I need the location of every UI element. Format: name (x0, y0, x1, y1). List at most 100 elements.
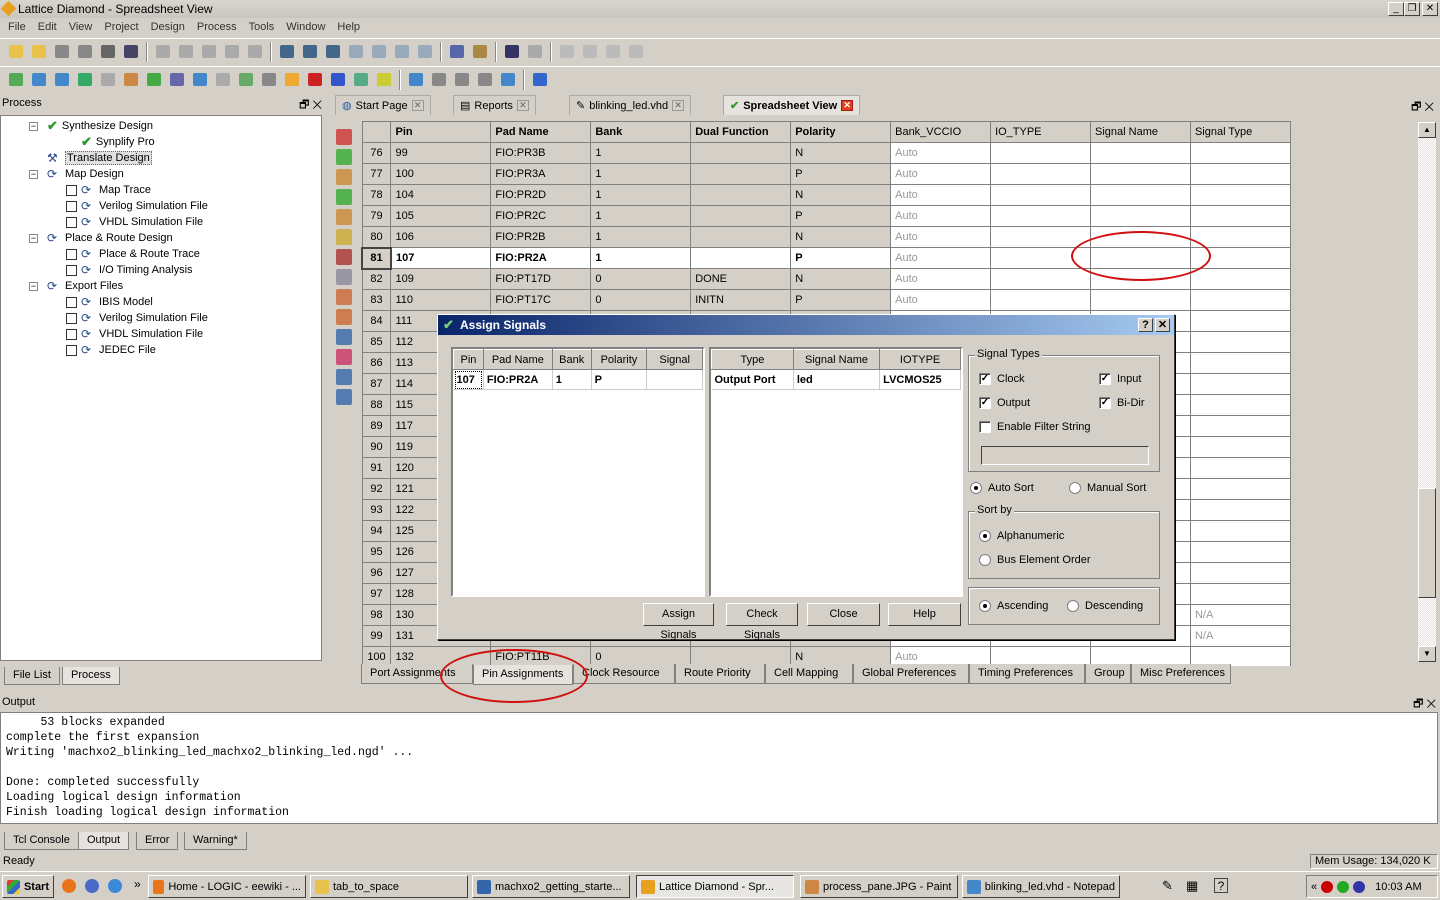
col-pin[interactable]: Pin (453, 349, 484, 370)
process-item[interactable]: ⟳ Verilog Simulation File (66, 198, 208, 214)
process-item[interactable]: ⟳ Place & Route Design (47, 230, 173, 246)
column-header[interactable]: Polarity (790, 121, 892, 143)
taskbar-item[interactable]: tab_to_space (310, 875, 468, 898)
cell[interactable] (1189, 352, 1291, 374)
toolbar-button-19[interactable] (392, 42, 412, 62)
cell[interactable] (1189, 205, 1291, 227)
toolbar-button-16[interactable] (351, 70, 371, 90)
cell[interactable]: 99 (390, 142, 492, 164)
tray-red-icon[interactable] (1321, 880, 1334, 893)
col-polarity[interactable]: Polarity (590, 349, 648, 370)
cell[interactable]: FIO:PR2D (490, 184, 592, 206)
menu-help[interactable]: Help (331, 19, 366, 37)
assign-signals-button[interactable]: Assign Signals (643, 603, 714, 641)
toolbar-button-12[interactable] (245, 42, 265, 62)
cell[interactable]: N (790, 268, 892, 290)
toolbar-button-15[interactable] (300, 42, 320, 62)
cell[interactable]: N (790, 142, 892, 164)
side-tool-icon-8[interactable] (336, 269, 352, 285)
close-tab-icon[interactable]: ✕ (411, 100, 424, 111)
toolbar-button-29[interactable] (580, 42, 600, 62)
network-icon[interactable] (1337, 880, 1350, 893)
editor-restore-close-icons[interactable]: 🗗 ✕ (1411, 98, 1434, 117)
toolbar-button-11[interactable] (222, 42, 242, 62)
cell[interactable]: 1 (590, 184, 692, 206)
filter-string-input[interactable] (981, 446, 1149, 465)
collapse-icon[interactable]: − (29, 122, 38, 131)
column-header[interactable]: Signal Type (1189, 121, 1291, 143)
cell[interactable]: 110 (390, 289, 492, 311)
taskbar-item[interactable]: machxo2_getting_starte... (472, 875, 630, 898)
toolbar-button-28[interactable] (557, 42, 577, 62)
cell[interactable] (1090, 163, 1191, 185)
signal-list-row[interactable]: Output Port led LVCMOS25 (711, 369, 961, 390)
cell[interactable] (1189, 142, 1291, 164)
tab-clock-resource[interactable]: Clock Resource (573, 664, 675, 684)
side-tool-icon-10[interactable] (336, 309, 352, 325)
cell[interactable] (1189, 499, 1291, 521)
toolbar-button-10[interactable] (213, 70, 233, 90)
process-item[interactable]: ⟳ VHDL Simulation File (66, 326, 203, 342)
cell[interactable]: INITN (690, 289, 792, 311)
table-row[interactable]: 79 105 FIO:PR2C 1 P Auto (361, 205, 1291, 227)
cell[interactable] (1189, 289, 1291, 311)
cell[interactable]: N (790, 226, 892, 248)
toolbar-button-23[interactable] (498, 70, 518, 90)
cell[interactable] (1189, 268, 1291, 290)
toolbar-button-12[interactable] (259, 70, 279, 90)
menu-tools[interactable]: Tools (243, 19, 281, 37)
cell[interactable]: 105 (390, 205, 492, 227)
process-item[interactable]: ⟳ Place & Route Trace (66, 246, 200, 262)
toolbar-button-30[interactable] (603, 42, 623, 62)
overflow-chevron-icon[interactable]: » (134, 877, 141, 891)
cell[interactable]: N (790, 184, 892, 206)
tab-output[interactable]: Output (78, 832, 130, 850)
toolbar-button-21[interactable] (452, 70, 472, 90)
toolbar-button-15[interactable] (328, 70, 348, 90)
process-item[interactable]: ⟳ Map Design (47, 166, 124, 182)
cell[interactable]: Auto (890, 247, 992, 269)
menu-view[interactable]: View (63, 19, 99, 37)
media-player-icon[interactable] (85, 879, 99, 893)
cell[interactable] (990, 226, 1091, 248)
toolbar-button-18[interactable] (369, 42, 389, 62)
table-row[interactable]: 76 99 FIO:PR3B 1 N Auto (361, 142, 1291, 164)
side-tool-icon-3[interactable] (336, 169, 352, 185)
toolbar-button-8[interactable] (153, 42, 173, 62)
cell[interactable]: FIO:PR3A (490, 163, 592, 185)
toolbar-button-7[interactable] (144, 70, 164, 90)
checkbox[interactable] (66, 344, 77, 356)
checkbox[interactable] (66, 312, 77, 324)
cell[interactable] (1189, 373, 1291, 395)
bus-element-order-radio[interactable]: Bus Element Order (979, 554, 1091, 566)
cell[interactable] (1189, 478, 1291, 500)
pin-list-row[interactable]: 107 FIO:PR2A 1 P (453, 369, 703, 390)
checkbox[interactable] (66, 184, 77, 196)
toolbar-button-10[interactable] (199, 42, 219, 62)
cell[interactable]: Auto (890, 163, 992, 185)
column-header[interactable]: Bank_VCCIO (890, 121, 992, 143)
pane-restore-close-icons[interactable]: 🗗 ✕ (299, 96, 322, 115)
pen-tray-icon[interactable]: ✎ (1162, 878, 1173, 894)
toolbar-button-5[interactable] (98, 70, 118, 90)
keyboard-tray-icon[interactable]: ▦ (1186, 878, 1198, 894)
table-row[interactable]: 78 104 FIO:PR2D 1 N Auto (361, 184, 1291, 206)
firefox-icon[interactable] (62, 879, 76, 893)
toolbar-button-17[interactable] (374, 70, 394, 90)
help-icon[interactable]: ? (1138, 318, 1153, 332)
cell[interactable]: FIO:PT17D (490, 268, 592, 290)
side-tool-icon-9[interactable] (336, 289, 352, 305)
process-item[interactable]: ✔ Synplify Pro (81, 134, 155, 150)
cell[interactable]: 0 (590, 289, 692, 311)
tab-blinking-led-vhd[interactable]: ✎ blinking_led.vhd ✕ (569, 95, 692, 115)
toolbar-button-20[interactable] (415, 42, 435, 62)
side-tool-icon-4[interactable] (336, 189, 352, 205)
tab-tcl-console[interactable]: Tcl Console (4, 832, 79, 850)
process-item[interactable]: ⟳ JEDEC File (66, 342, 156, 358)
taskbar-item[interactable]: Home - LOGIC - eewiki - ... (148, 875, 306, 898)
checkbox[interactable] (66, 200, 77, 212)
process-item[interactable]: ⟳ Export Files (47, 278, 123, 294)
toolbar-button-11[interactable] (236, 70, 256, 90)
cell[interactable] (1189, 310, 1291, 332)
toolbar-button-2[interactable] (29, 42, 49, 62)
